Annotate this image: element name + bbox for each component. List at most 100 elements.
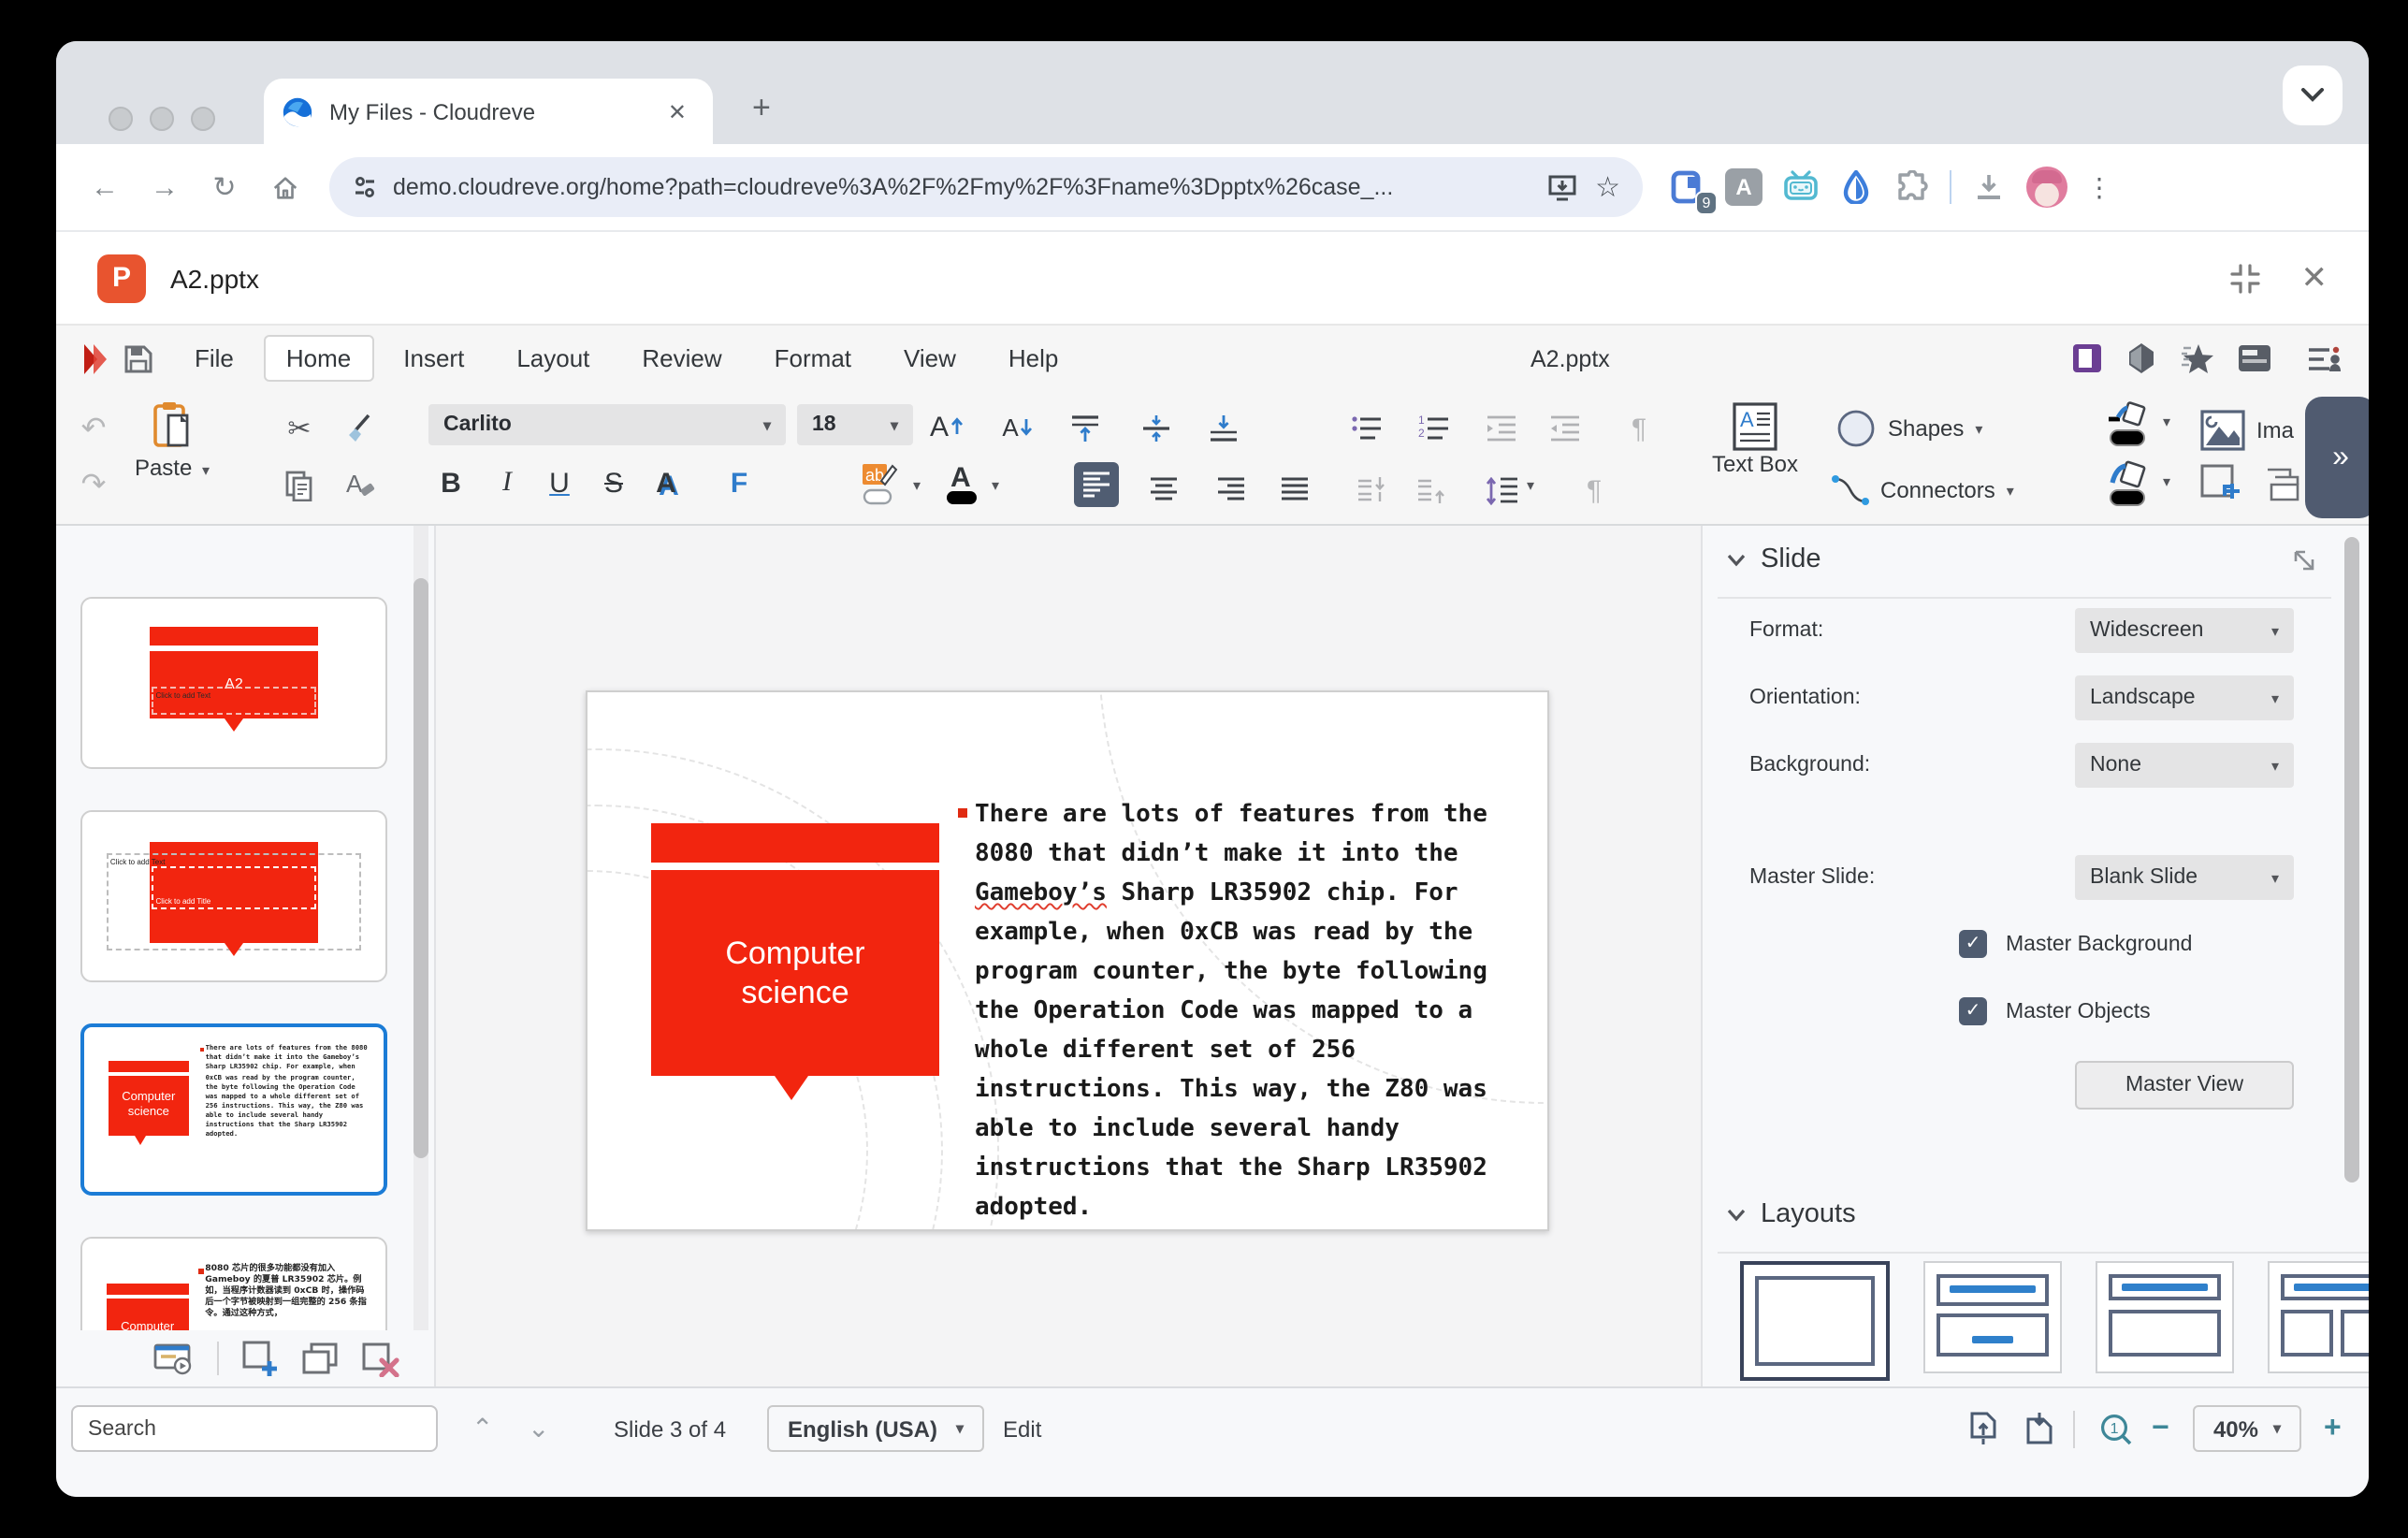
outline-color-dropdown-icon[interactable]: ▾: [2163, 414, 2170, 430]
install-app-button[interactable]: [1546, 173, 1576, 201]
copy-style-button[interactable]: [341, 406, 378, 451]
paste-dropdown-icon[interactable]: ▾: [202, 462, 210, 479]
slide-thumbnail-3[interactable]: Computerscience There are lots of featur…: [80, 1023, 387, 1196]
layers-button[interactable]: [2264, 462, 2305, 507]
line-spacing-dropdown-icon[interactable]: ▾: [1527, 477, 1534, 494]
orientation-select[interactable]: Landscape ▾: [2075, 675, 2294, 720]
text-box-button[interactable]: A Text Box: [1703, 402, 1807, 477]
close-viewer-icon[interactable]: ✕: [2301, 259, 2328, 297]
expand-panel-icon[interactable]: [2294, 550, 2316, 573]
line-spacing-button[interactable]: [1482, 468, 1519, 513]
drop-extension-icon[interactable]: [1837, 168, 1875, 206]
change-case-button[interactable]: F: [718, 468, 760, 500]
toolbar-expand-button[interactable]: »: [2305, 397, 2369, 518]
thumbnail-scrollbar-thumb[interactable]: [413, 578, 428, 1158]
zoom-in-button[interactable]: +: [2324, 1405, 2342, 1452]
slide-section-header[interactable]: Slide: [1727, 544, 1821, 574]
highlight-color-button[interactable]: ab: [861, 462, 898, 507]
duplicate-slide-icon[interactable]: [301, 1342, 339, 1375]
fit-slide-button[interactable]: [1968, 1405, 1998, 1452]
shape-outline-color-button[interactable]: [2105, 402, 2150, 447]
font-color-button[interactable]: A: [943, 462, 980, 507]
tab-close-icon[interactable]: ✕: [660, 94, 694, 128]
search-input[interactable]: [71, 1405, 438, 1452]
menu-view[interactable]: View: [881, 335, 979, 382]
bullets-button[interactable]: [1347, 406, 1385, 451]
shapes-button[interactable]: Shapes: [1888, 415, 1964, 442]
card-panel-icon[interactable]: [2238, 344, 2271, 372]
highlight-dropdown-icon[interactable]: ▾: [913, 477, 921, 494]
slide-thumbnail-2[interactable]: Click to add Text Click to add Title: [80, 810, 387, 982]
column-break-button[interactable]: ¶: [1575, 468, 1613, 513]
background-select[interactable]: None ▾: [2075, 743, 2294, 788]
url-text[interactable]: demo.cloudreve.org/home?path=cloudreve%3…: [393, 174, 1528, 200]
copy-button[interactable]: [281, 462, 318, 507]
format-select[interactable]: Widescreen ▾: [2075, 608, 2294, 653]
theme-extension-icon[interactable]: [2127, 342, 2155, 374]
master-objects-checkbox[interactable]: ✓: [1959, 997, 1987, 1025]
master-slide-select[interactable]: Blank Slide ▾: [2075, 855, 2294, 900]
superscript-button[interactable]: A: [646, 468, 687, 500]
minimize-window-button[interactable]: [150, 107, 174, 131]
italic-button[interactable]: I: [486, 468, 528, 500]
tab-search-button[interactable]: [2283, 65, 2343, 125]
tv-extension-icon[interactable]: [1781, 168, 1819, 206]
valign-top-button[interactable]: [1066, 406, 1104, 451]
layouts-section-header[interactable]: Layouts: [1727, 1199, 1856, 1229]
slide-3[interactable]: Computer science There are lots of featu…: [586, 690, 1549, 1231]
underline-button[interactable]: U: [539, 468, 580, 500]
move-slide-down-button[interactable]: [1355, 468, 1392, 513]
slide-title-shape[interactable]: Computer science: [651, 870, 939, 1076]
decrease-font-button[interactable]: A: [999, 404, 1037, 449]
user-settings-icon[interactable]: [2307, 343, 2343, 373]
insert-placeholder-button[interactable]: [2200, 462, 2241, 507]
master-view-button[interactable]: Master View: [2075, 1061, 2294, 1110]
font-size-select[interactable]: 18 ▾: [797, 404, 913, 445]
search-next-icon[interactable]: ⌄: [528, 1405, 549, 1452]
delete-slide-icon[interactable]: [361, 1341, 400, 1376]
decrease-indent-button[interactable]: [1482, 406, 1519, 451]
home-button[interactable]: [260, 163, 309, 211]
fit-width-button[interactable]: [2024, 1405, 2054, 1452]
close-window-button[interactable]: [109, 107, 133, 131]
bookmark-button[interactable]: ☆: [1595, 170, 1620, 204]
align-left-button[interactable]: [1074, 462, 1119, 507]
extensions-puzzle-icon[interactable]: [1893, 168, 1931, 206]
layout-blank[interactable]: [1740, 1261, 1890, 1381]
increase-font-button[interactable]: A: [928, 404, 965, 449]
connectors-button[interactable]: Connectors: [1880, 477, 1995, 503]
address-bar[interactable]: demo.cloudreve.org/home?path=cloudreve%3…: [329, 157, 1643, 217]
sidepanel-extension-icon[interactable]: 9: [1669, 168, 1706, 206]
menu-review[interactable]: Review: [619, 335, 744, 382]
strikethrough-button[interactable]: S: [593, 468, 634, 500]
back-button[interactable]: ←: [80, 163, 129, 211]
align-right-button[interactable]: [1212, 468, 1250, 513]
shape-fill-color-button[interactable]: [2105, 462, 2150, 507]
slide-thumbnail-4[interactable]: Computer 8080 芯片的很多功能都没有加入 Gameboy 的夏普 L…: [80, 1237, 387, 1330]
maximize-window-button[interactable]: [191, 107, 215, 131]
clear-formatting-button[interactable]: A: [341, 462, 378, 507]
numbering-button[interactable]: 12: [1414, 406, 1452, 451]
slide-accent-bar[interactable]: [651, 823, 939, 863]
fill-color-dropdown-icon[interactable]: ▾: [2163, 473, 2170, 490]
layout-title-content[interactable]: [2096, 1261, 2234, 1373]
slide-canvas[interactable]: Computer science There are lots of featu…: [436, 526, 1701, 1386]
align-center-button[interactable]: [1145, 468, 1182, 513]
forward-button[interactable]: →: [140, 163, 189, 211]
menu-format[interactable]: Format: [752, 335, 874, 382]
add-slide-icon[interactable]: [241, 1340, 279, 1377]
connectors-dropdown-icon[interactable]: ▾: [2007, 482, 2014, 499]
new-tab-button[interactable]: +: [741, 90, 782, 127]
insert-paragraph-mark-button[interactable]: ¶: [1620, 406, 1658, 451]
favorites-star-icon[interactable]: [2180, 342, 2213, 374]
start-slideshow-icon[interactable]: [153, 1342, 195, 1375]
language-select[interactable]: English (USA) ▾: [767, 1405, 984, 1452]
bold-button[interactable]: B: [430, 468, 471, 500]
menu-insert[interactable]: Insert: [381, 335, 486, 382]
panel-scrollbar-thumb[interactable]: [2344, 537, 2359, 1183]
layout-title-subtitle[interactable]: [1923, 1261, 2062, 1373]
undo-button[interactable]: ↶: [75, 406, 112, 451]
browser-tab[interactable]: My Files - Cloudreve ✕: [264, 79, 713, 144]
menu-home[interactable]: Home: [264, 335, 373, 382]
reload-button[interactable]: ↻: [200, 163, 249, 211]
